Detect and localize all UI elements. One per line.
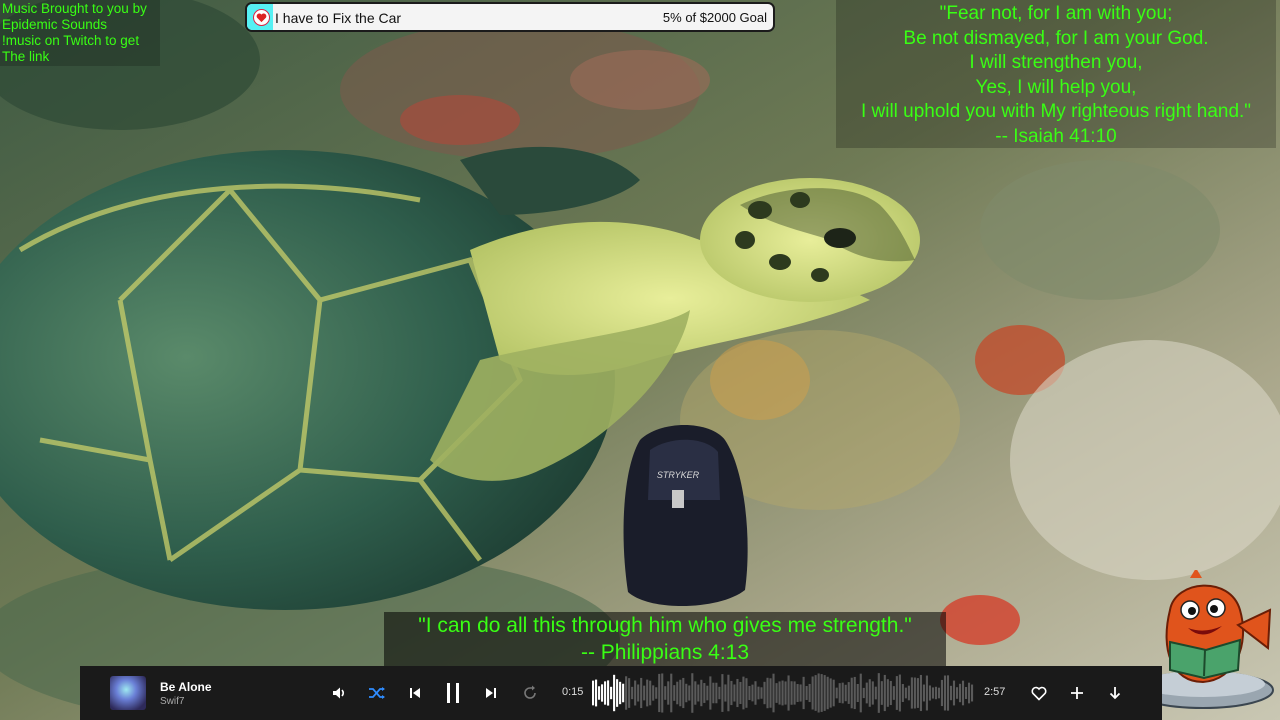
previous-icon[interactable] [401,679,429,707]
donation-goal-bar: I have to Fix the Car 5% of $2000 Goal [245,2,775,32]
plus-icon[interactable] [1063,679,1091,707]
total-time: 2:57 [984,686,1006,698]
verse-line: "Fear not, for I am with you; [939,3,1173,24]
credit-line: Music Brought to you by [2,1,147,16]
credit-line: The link [2,49,50,64]
artist-name: Swif7 [160,696,185,707]
goal-amount: 5% of $2000 Goal [662,10,767,25]
current-time: 0:15 [562,686,584,698]
music-player: Be Alone Swif7 0:15 2:57 [80,666,1162,720]
verse-overlay-top: "Fear not, for I am with you; Be not dis… [836,0,1276,148]
verse-reference: -- Philippians 4:13 [580,641,750,664]
heart-icon[interactable] [1025,679,1053,707]
credit-line: !music on Twitch to get [2,33,140,48]
download-icon[interactable] [1101,679,1129,707]
verse-line: Yes, I will help you, [975,76,1137,98]
waveform-scrubber[interactable] [592,672,974,714]
credit-line: Epidemic Sounds [2,17,108,32]
album-art [110,676,146,710]
next-icon[interactable] [477,679,505,707]
verse-line: Be not dismayed, for I am your God. [903,27,1209,49]
pause-icon[interactable] [439,679,467,707]
volume-icon[interactable] [325,679,353,707]
verse-reference: -- Isaiah 41:10 [995,125,1117,147]
verse-line: "I can do all this through him who gives… [418,614,912,637]
svg-text:STRYKER: STRYKER [657,470,700,480]
song-title: Be Alone [160,680,212,694]
shuffle-icon[interactable] [363,679,391,707]
verse-line: I will uphold you with My righteous righ… [860,101,1252,123]
goal-title: I have to Fix the Car [275,10,402,26]
verse-overlay-bottom: "I can do all this through him who gives… [384,612,946,666]
repeat-icon[interactable] [516,679,544,707]
heart-icon [253,9,270,26]
verse-line: I will strengthen you, [969,52,1143,74]
gaming-chair-overlay: STRYKER [623,425,748,607]
music-credit: Music Brought to you by Epidemic Sounds … [0,0,160,66]
